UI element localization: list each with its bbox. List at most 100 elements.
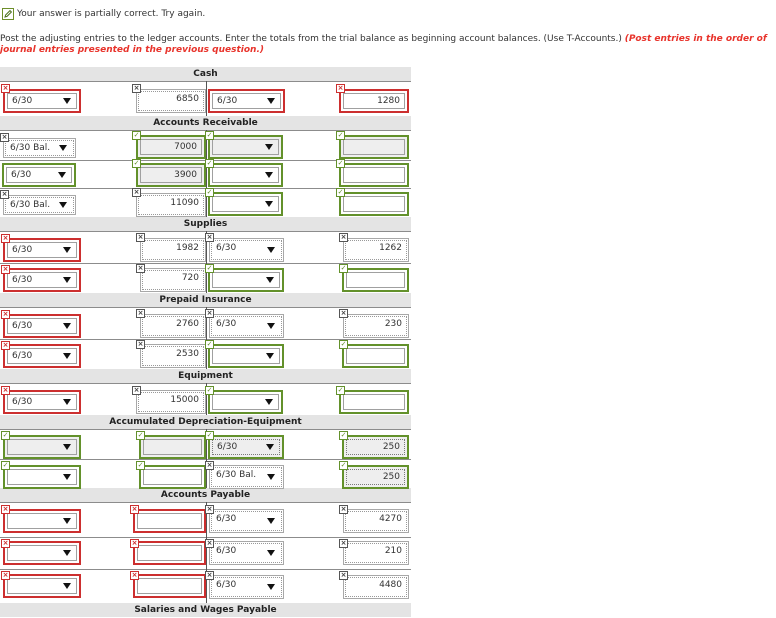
credit-date-select[interactable]: [208, 135, 283, 159]
debit-date-select[interactable]: 6/30: [3, 344, 81, 368]
incorrect-mark-icon: ×: [205, 571, 214, 580]
incorrect-mark-icon: ×: [1, 341, 10, 350]
debit-amount-input[interactable]: 15000: [136, 390, 206, 414]
debit-amount-input[interactable]: [139, 465, 206, 489]
account-header-cash: Cash: [0, 67, 411, 81]
debit-date-select[interactable]: [3, 435, 81, 459]
chevron-down-icon: [63, 444, 71, 450]
debit-date-select[interactable]: 6/30: [3, 390, 81, 414]
chevron-down-icon: [267, 584, 275, 590]
chevron-down-icon: [59, 202, 67, 208]
incorrect-mark-icon: ×: [132, 386, 141, 395]
correct-mark-icon: ✓: [1, 461, 10, 470]
correct-mark-icon: ✓: [205, 188, 214, 197]
credit-amount-input[interactable]: [339, 390, 409, 414]
debit-amount-input[interactable]: [133, 574, 206, 598]
credit-date-select[interactable]: [208, 390, 283, 414]
chevron-down-icon: [266, 353, 274, 359]
debit-amount-input[interactable]: 1982: [140, 238, 206, 262]
debit-amount-input[interactable]: 2530: [140, 344, 206, 368]
chevron-down-icon: [63, 323, 71, 329]
debit-date-select[interactable]: 6/30: [3, 314, 81, 338]
debit-date-select[interactable]: 6/30: [2, 163, 76, 187]
credit-amount-input[interactable]: [339, 163, 409, 187]
instructions-main: Post the adjusting entries to the ledger…: [0, 34, 625, 44]
incorrect-mark-icon: ×: [136, 233, 145, 242]
chevron-down-icon: [266, 277, 274, 283]
incorrect-mark-icon: ×: [339, 233, 348, 242]
credit-date-select[interactable]: 6/30: [209, 314, 284, 338]
correct-mark-icon: ✓: [336, 386, 345, 395]
account-header-salaries-wages-payable: Salaries and Wages Payable: [0, 603, 411, 617]
debit-date-select[interactable]: [3, 574, 81, 598]
chevron-down-icon: [265, 399, 273, 405]
incorrect-mark-icon: ×: [1, 386, 10, 395]
incorrect-mark-icon: ×: [1, 571, 10, 580]
chevron-down-icon: [59, 145, 67, 151]
credit-amount-input[interactable]: [342, 268, 409, 292]
credit-amount-input[interactable]: 1280: [339, 89, 409, 113]
debit-amount-input[interactable]: [133, 509, 206, 533]
credit-date-select[interactable]: 6/30: [208, 435, 284, 459]
incorrect-mark-icon: ×: [339, 571, 348, 580]
credit-date-select[interactable]: [208, 268, 284, 292]
chevron-down-icon: [63, 98, 71, 104]
t-account-divider: [206, 502, 207, 603]
chevron-down-icon: [267, 518, 275, 524]
debit-date-select[interactable]: 6/30 Bal.: [3, 195, 76, 215]
credit-amount-input[interactable]: 230: [343, 314, 409, 338]
chevron-down-icon: [266, 444, 274, 450]
credit-amount-input[interactable]: 4270: [343, 509, 409, 533]
credit-date-select[interactable]: 6/30: [209, 238, 284, 262]
credit-date-select[interactable]: 6/30: [209, 575, 284, 599]
debit-date-select[interactable]: [3, 541, 81, 565]
credit-amount-input[interactable]: [339, 192, 409, 216]
credit-date-select[interactable]: [208, 163, 283, 187]
debit-amount-input[interactable]: 720: [140, 268, 206, 292]
incorrect-mark-icon: ×: [1, 265, 10, 274]
incorrect-mark-icon: ×: [130, 539, 139, 548]
correct-mark-icon: ✓: [205, 131, 214, 140]
credit-amount-input[interactable]: 250: [342, 465, 409, 489]
incorrect-mark-icon: ×: [339, 505, 348, 514]
credit-date-select[interactable]: 6/30 Bal.: [209, 465, 284, 489]
debit-date-select[interactable]: [3, 465, 81, 489]
chevron-down-icon: [63, 247, 71, 253]
credit-amount-input[interactable]: 210: [343, 541, 409, 565]
credit-amount-input[interactable]: 250: [342, 435, 409, 459]
debit-date-select[interactable]: 6/30: [3, 238, 81, 262]
debit-amount-input[interactable]: 6850: [136, 89, 206, 113]
credit-date-select[interactable]: [208, 344, 284, 368]
credit-date-select[interactable]: 6/30: [209, 541, 284, 565]
credit-amount-input[interactable]: [339, 135, 409, 159]
incorrect-mark-icon: ×: [1, 234, 10, 243]
credit-date-select[interactable]: 6/30: [209, 509, 284, 533]
debit-amount-input[interactable]: 11090: [136, 193, 206, 217]
chevron-down-icon: [63, 550, 71, 556]
chevron-down-icon: [63, 277, 71, 283]
debit-date-select[interactable]: [3, 509, 81, 533]
credit-date-select[interactable]: 6/30: [208, 89, 285, 113]
correct-mark-icon: ✓: [339, 431, 348, 440]
incorrect-mark-icon: ×: [205, 505, 214, 514]
credit-amount-input[interactable]: [342, 344, 409, 368]
debit-amount-input[interactable]: 3900: [136, 163, 206, 187]
debit-amount-input[interactable]: [133, 541, 206, 565]
debit-date-select[interactable]: 6/30 Bal.: [3, 138, 76, 158]
debit-date-select[interactable]: 6/30: [3, 268, 81, 292]
debit-date-select[interactable]: 6/30: [3, 89, 81, 113]
chevron-down-icon: [265, 201, 273, 207]
credit-date-select[interactable]: [208, 192, 283, 216]
debit-amount-input[interactable]: 7000: [136, 135, 206, 159]
credit-amount-input[interactable]: 1262: [343, 238, 409, 262]
debit-amount-input[interactable]: [139, 435, 206, 459]
incorrect-mark-icon: ×: [136, 264, 145, 273]
incorrect-mark-icon: ×: [130, 505, 139, 514]
incorrect-mark-icon: ×: [1, 539, 10, 548]
answer-status: Your answer is partially correct. Try ag…: [2, 8, 205, 20]
credit-amount-input[interactable]: 4480: [343, 575, 409, 599]
debit-amount-input[interactable]: 2760: [140, 314, 206, 338]
incorrect-mark-icon: ×: [1, 310, 10, 319]
correct-mark-icon: ✓: [205, 431, 214, 440]
correct-mark-icon: ✓: [336, 131, 345, 140]
